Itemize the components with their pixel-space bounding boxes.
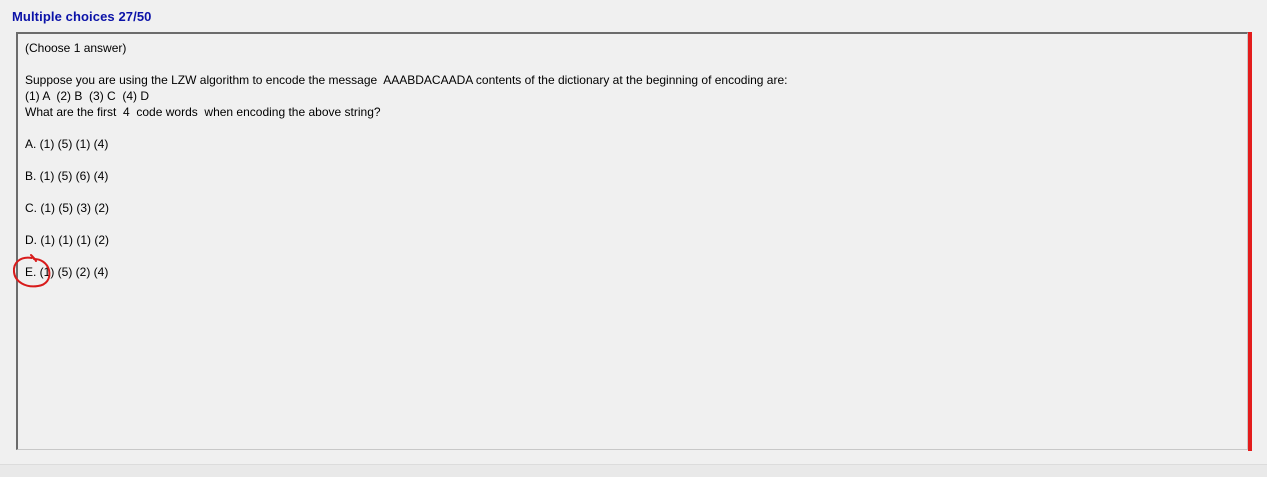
answer-option-d[interactable]: D. (1) (1) (1) (2): [25, 232, 1239, 264]
bottom-strip: [0, 464, 1267, 477]
question-ask: What are the first 4 code words when enc…: [25, 105, 381, 119]
answer-option-b[interactable]: B. (1) (5) (6) (4): [25, 168, 1239, 200]
question-panel: (Choose 1 answer) Suppose you are using …: [16, 32, 1248, 450]
answer-option-e[interactable]: E. (1) (5) (2) (4): [25, 264, 1239, 296]
question-content: (Choose 1 answer) Suppose you are using …: [25, 40, 1239, 296]
option-text: (1) (1) (1) (2): [37, 233, 109, 247]
option-text: (1) (5) (6) (4): [36, 169, 109, 183]
option-letter: A.: [25, 137, 37, 151]
instruction-text: (Choose 1 answer): [25, 41, 127, 55]
option-letter: C.: [25, 201, 37, 215]
right-gutter: [1252, 32, 1267, 451]
question-counter-title: Multiple choices 27/50: [12, 9, 152, 24]
quiz-window: Multiple choices 27/50 (Choose 1 answer)…: [0, 0, 1267, 477]
question-prompt: Suppose you are using the LZW algorithm …: [25, 73, 788, 87]
option-text: (1) (5) (2) (4): [36, 265, 109, 279]
dictionary-text: (1) A (2) B (3) C (4) D: [25, 89, 150, 103]
option-letter: E.: [25, 265, 37, 279]
answer-option-c[interactable]: C. (1) (5) (3) (2): [25, 200, 1239, 232]
option-letter: B.: [25, 169, 37, 183]
option-text: (1) (5) (3) (2): [37, 201, 109, 215]
option-letter: D.: [25, 233, 37, 247]
option-text: (1) (5) (1) (4): [36, 137, 109, 151]
answer-option-a[interactable]: A. (1) (5) (1) (4): [25, 136, 1239, 168]
